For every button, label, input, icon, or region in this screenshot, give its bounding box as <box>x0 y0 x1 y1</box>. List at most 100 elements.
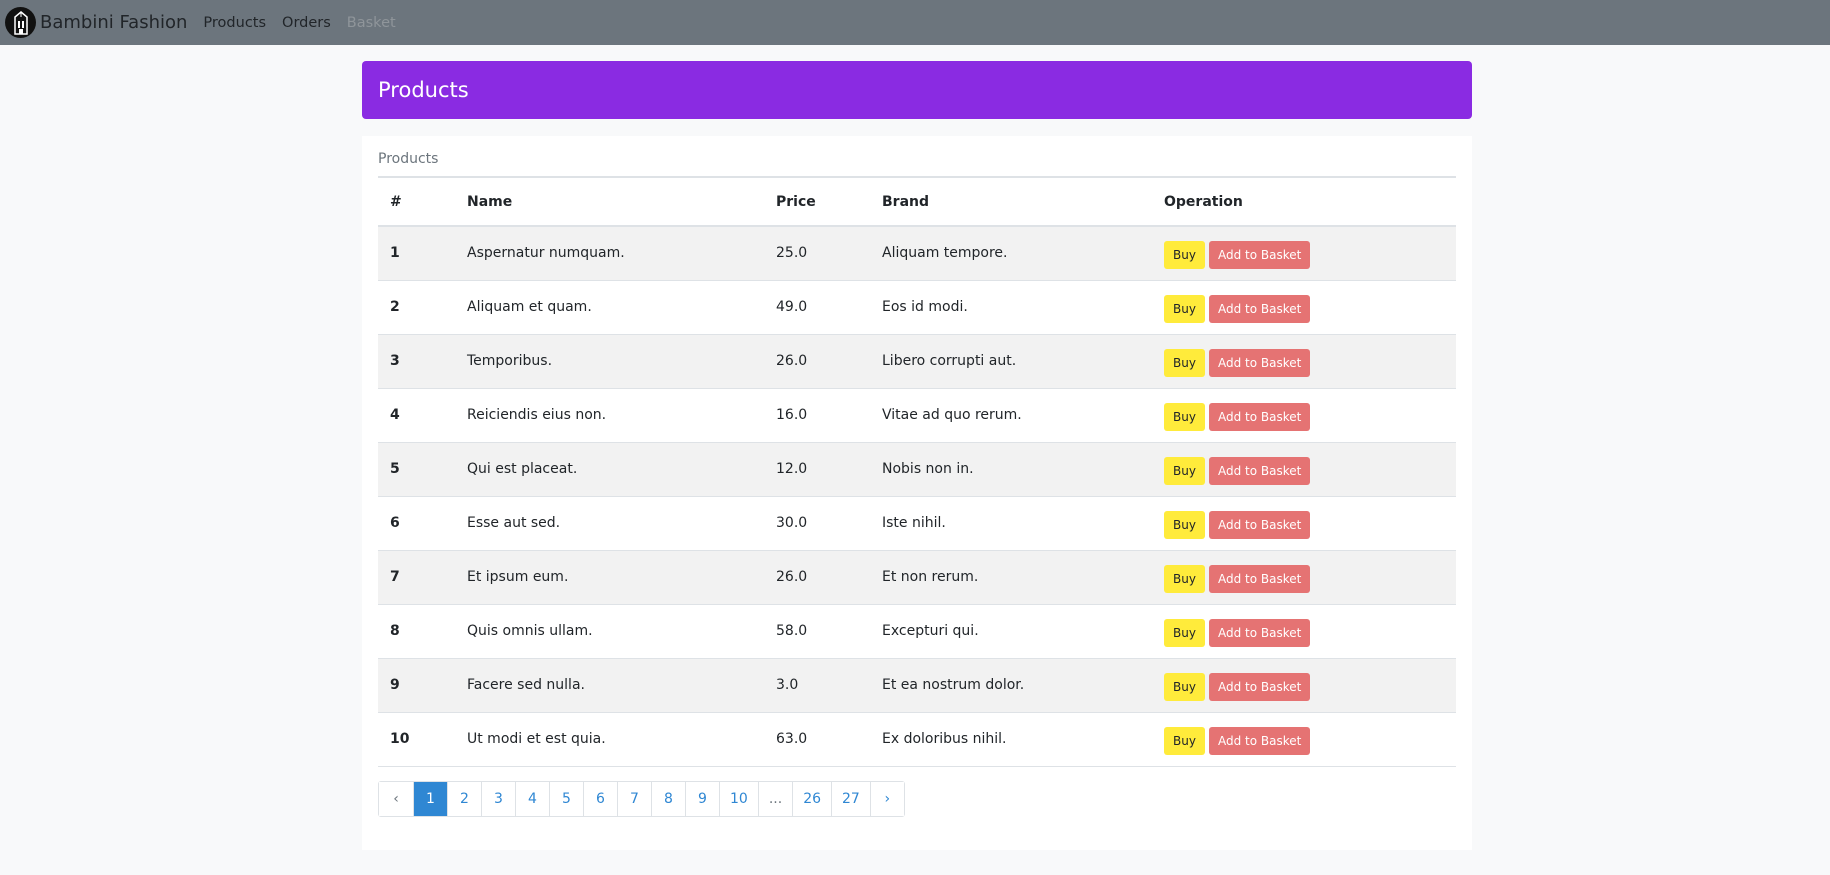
pagination-page-3[interactable]: 3 <box>481 782 515 816</box>
buy-button[interactable]: Buy <box>1164 511 1205 539</box>
column-header-name: Name <box>455 178 764 227</box>
column-header-price: Price <box>764 178 870 227</box>
buy-button[interactable]: Buy <box>1164 727 1205 755</box>
operation-cell: Buy Add to Basket <box>1152 334 1456 389</box>
product-brand: Et ea nostrum dolor. <box>870 658 1152 713</box>
table-row: 1 Aspernatur numquam. 25.0 Aliquam tempo… <box>378 226 1456 281</box>
operation-cell: Buy Add to Basket <box>1152 226 1456 281</box>
product-name: Facere sed nulla. <box>455 658 764 713</box>
nav-link-products[interactable]: Products <box>203 6 266 40</box>
nav-links: Products Orders Basket <box>203 6 411 40</box>
table-row: 10 Ut modi et est quia. 63.0 Ex doloribu… <box>378 712 1456 767</box>
row-number: 7 <box>378 550 455 605</box>
product-name: Reiciendis eius non. <box>455 388 764 443</box>
pagination-next-button[interactable]: › <box>869 782 904 816</box>
pagination-page-6[interactable]: 6 <box>583 782 617 816</box>
product-price: 58.0 <box>764 604 870 659</box>
table-row: 7 Et ipsum eum. 26.0 Et non rerum. Buy Ad… <box>378 550 1456 605</box>
buy-button[interactable]: Buy <box>1164 619 1205 647</box>
add-to-basket-button[interactable]: Add to Basket <box>1208 403 1311 431</box>
buy-button[interactable]: Buy <box>1164 349 1205 377</box>
operation-cell: Buy Add to Basket <box>1152 658 1456 713</box>
product-brand: Eos id modi. <box>870 280 1152 335</box>
table-row: 6 Esse aut sed. 30.0 Iste nihil. Buy Add … <box>378 496 1456 551</box>
buy-button[interactable]: Buy <box>1164 673 1205 701</box>
pagination-page-2[interactable]: 2 <box>447 782 481 816</box>
column-header-operation: Operation <box>1152 178 1456 227</box>
add-to-basket-button[interactable]: Add to Basket <box>1208 511 1311 539</box>
navbar: Bambini Fashion Products Orders Basket <box>0 0 1830 45</box>
product-price: 12.0 <box>764 442 870 497</box>
add-to-basket-button[interactable]: Add to Basket <box>1208 241 1311 270</box>
product-price: 49.0 <box>764 280 870 335</box>
product-name: Temporibus. <box>455 334 764 389</box>
brand-link[interactable]: Bambini Fashion <box>5 0 187 45</box>
pagination-page-10[interactable]: 10 <box>719 782 758 816</box>
product-price: 3.0 <box>764 658 870 713</box>
product-name: Qui est placeat. <box>455 442 764 497</box>
add-to-basket-button[interactable]: Add to Basket <box>1208 673 1311 701</box>
table-row: 8 Quis omnis ullam. 58.0 Excepturi qui. … <box>378 604 1456 659</box>
row-number: 5 <box>378 442 455 497</box>
operation-cell: Buy Add to Basket <box>1152 388 1456 443</box>
nav-link-basket: Basket <box>346 14 396 31</box>
product-name: Et ipsum eum. <box>455 550 764 605</box>
table-row: 2 Aliquam et quam. 49.0 Eos id modi. Buy… <box>378 280 1456 335</box>
product-name: Esse aut sed. <box>455 496 764 551</box>
pagination: ‹ 1 2 3 4 5 6 7 8 9 10 ... 26 27 › <box>378 781 905 817</box>
row-number: 9 <box>378 658 455 713</box>
pagination-page-5[interactable]: 5 <box>549 782 583 816</box>
pagination-page-1[interactable]: 1 <box>413 782 447 816</box>
product-name: Ut modi et est quia. <box>455 712 764 767</box>
column-header-brand: Brand <box>870 178 1152 227</box>
row-number: 3 <box>378 334 455 389</box>
product-brand: Et non rerum. <box>870 550 1152 605</box>
row-number: 10 <box>378 712 455 767</box>
table-header-row: # Name Price Brand Operation <box>378 178 1456 227</box>
table-row: 4 Reiciendis eius non. 16.0 Vitae ad quo… <box>378 388 1456 443</box>
nav-link-orders[interactable]: Orders <box>282 6 331 40</box>
pagination-page-27[interactable]: 27 <box>831 782 870 816</box>
product-name: Quis omnis ullam. <box>455 604 764 659</box>
add-to-basket-button[interactable]: Add to Basket <box>1208 349 1311 377</box>
buy-button[interactable]: Buy <box>1164 403 1205 431</box>
buy-button[interactable]: Buy <box>1164 295 1205 323</box>
building-logo-icon <box>5 7 36 38</box>
add-to-basket-button[interactable]: Add to Basket <box>1208 727 1311 755</box>
pagination-prev-button[interactable]: ‹ <box>379 782 413 816</box>
add-to-basket-button[interactable]: Add to Basket <box>1208 619 1311 647</box>
pagination-page-9[interactable]: 9 <box>685 782 719 816</box>
product-brand: Nobis non in. <box>870 442 1152 497</box>
table-row: 3 Temporibus. 26.0 Libero corrupti aut. … <box>378 334 1456 389</box>
product-brand: Excepturi qui. <box>870 604 1152 659</box>
row-number: 1 <box>378 226 455 281</box>
table-row: 9 Facere sed nulla. 3.0 Et ea nostrum do… <box>378 658 1456 713</box>
buy-button[interactable]: Buy <box>1164 241 1205 270</box>
table-caption: Products <box>378 151 439 167</box>
pagination-page-8[interactable]: 8 <box>651 782 685 816</box>
product-price: 16.0 <box>764 388 870 443</box>
buy-button[interactable]: Buy <box>1164 565 1205 593</box>
pagination-page-26[interactable]: 26 <box>792 782 832 816</box>
operation-cell: Buy Add to Basket <box>1152 604 1456 659</box>
product-price: 26.0 <box>764 550 870 605</box>
add-to-basket-button[interactable]: Add to Basket <box>1208 457 1311 485</box>
buy-button[interactable]: Buy <box>1164 457 1205 485</box>
table-row: 5 Qui est placeat. 12.0 Nobis non in. Bu… <box>378 442 1456 497</box>
product-price: 63.0 <box>764 712 870 767</box>
product-brand: Aliquam tempore. <box>870 226 1152 281</box>
add-to-basket-button[interactable]: Add to Basket <box>1208 295 1311 323</box>
pagination-page-7[interactable]: 7 <box>617 782 651 816</box>
row-number: 2 <box>378 280 455 335</box>
product-name: Aliquam et quam. <box>455 280 764 335</box>
operation-cell: Buy Add to Basket <box>1152 712 1456 767</box>
brand-name: Bambini Fashion <box>40 12 188 33</box>
product-brand: Vitae ad quo rerum. <box>870 388 1152 443</box>
add-to-basket-button[interactable]: Add to Basket <box>1208 565 1311 593</box>
product-price: 26.0 <box>764 334 870 389</box>
product-brand: Iste nihil. <box>870 496 1152 551</box>
row-number: 6 <box>378 496 455 551</box>
pagination-ellipsis: ... <box>757 782 793 816</box>
pagination-page-4[interactable]: 4 <box>515 782 549 816</box>
product-price: 30.0 <box>764 496 870 551</box>
